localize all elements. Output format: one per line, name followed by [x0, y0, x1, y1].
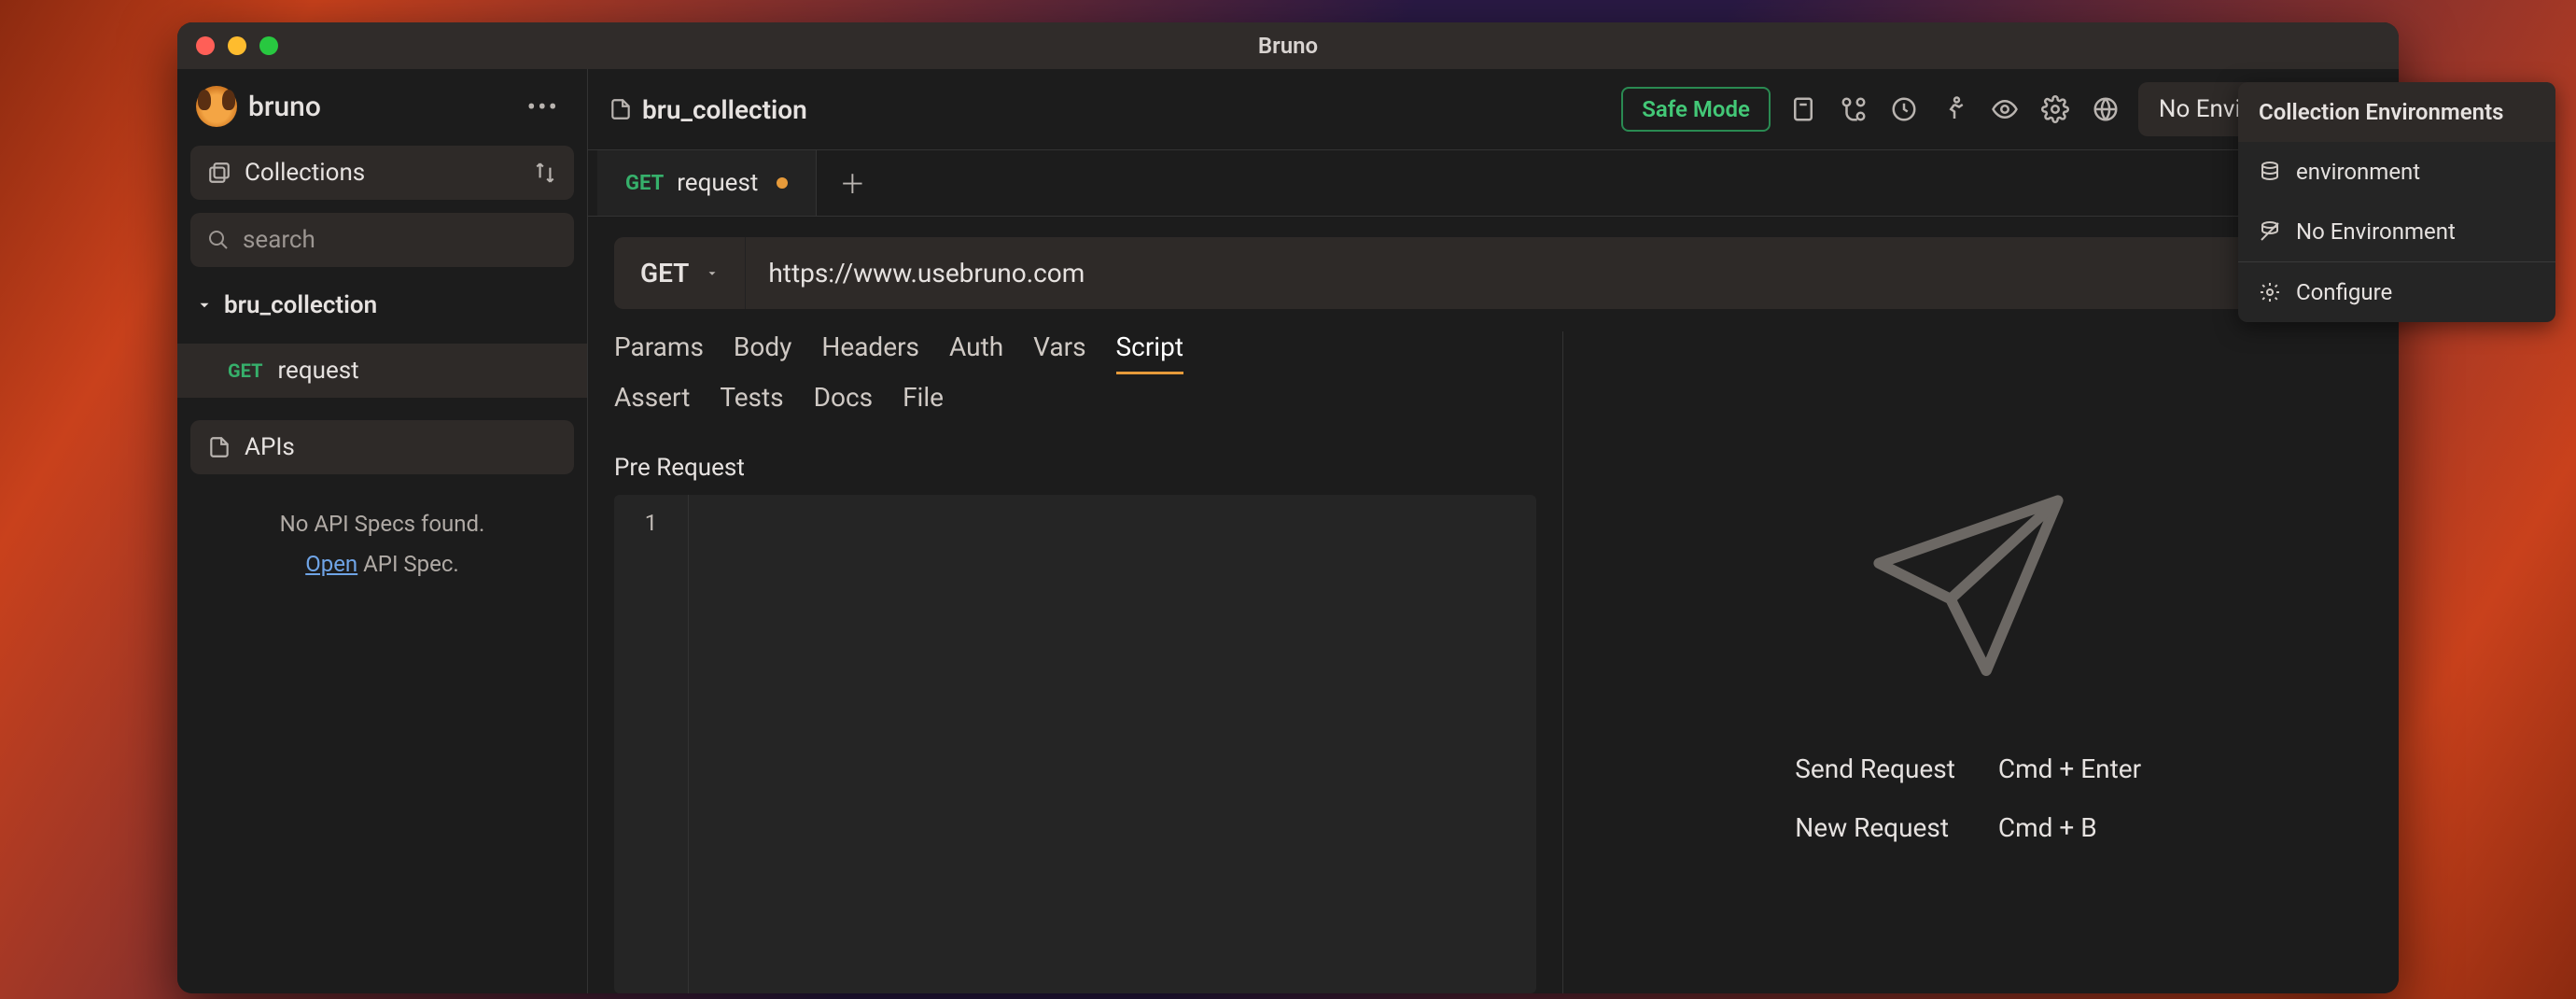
environment-menu-item-environment[interactable]: environment [2238, 142, 2399, 202]
url-input[interactable] [746, 237, 2373, 309]
tab-script[interactable]: Script [1116, 331, 1183, 374]
sort-icon[interactable] [533, 161, 557, 185]
method-selector-label: GET [640, 258, 689, 288]
no-env-icon [2259, 220, 2281, 243]
script-section-label: Pre Request [614, 454, 1536, 482]
paper-plane-icon [1861, 483, 2076, 697]
sidebar-header: bruno ••• [190, 80, 574, 133]
window-title: Bruno [1258, 33, 1318, 59]
apis-empty-line1: No API Specs found. [190, 504, 574, 544]
sidebar-more-button[interactable]: ••• [518, 88, 568, 126]
app-window: Bruno bruno ••• Collections [177, 22, 2399, 993]
sidebar: bruno ••• Collections [177, 69, 588, 993]
bruno-logo-icon [196, 86, 237, 127]
script-editor[interactable]: 1 [614, 495, 1536, 993]
request-tab-method: GET [625, 172, 664, 195]
apis-empty-suffix: API Spec. [357, 551, 459, 577]
window-minimize-button[interactable] [228, 36, 246, 55]
tab-headers[interactable]: Headers [821, 331, 919, 374]
method-selector[interactable]: GET [614, 237, 746, 309]
runner-icon[interactable] [1940, 95, 1968, 123]
database-icon [2259, 161, 2281, 183]
tab-body[interactable]: Body [734, 331, 791, 374]
apis-label: APIs [245, 433, 295, 461]
golden-edition-icon[interactable] [1789, 95, 1817, 123]
add-tab-button[interactable]: ＋ [817, 164, 888, 202]
environment-menu-configure[interactable]: Configure [2238, 262, 2399, 322]
environment-menu: Collection Environments environment No E… [2238, 82, 2399, 322]
dirty-indicator-icon [777, 177, 788, 189]
request-tabs-bar: GET request ＋ [588, 150, 2399, 217]
response-pane: Send Request Cmd + Enter New Request Cmd… [1563, 331, 2373, 993]
environment-menu-item-label: environment [2296, 159, 2399, 185]
tab-auth[interactable]: Auth [949, 331, 1003, 374]
window-close-button[interactable] [196, 36, 215, 55]
caret-down-icon [706, 267, 719, 280]
sidebar-search[interactable] [190, 213, 574, 267]
gear-icon [2259, 281, 2281, 303]
history-icon[interactable] [1890, 95, 1918, 123]
collection-item[interactable]: bru_collection [190, 280, 574, 331]
collections-icon [207, 161, 231, 185]
apis-section-header[interactable]: APIs [190, 420, 574, 474]
globe-icon[interactable] [2092, 95, 2120, 123]
window-zoom-button[interactable] [259, 36, 278, 55]
file-icon [207, 435, 231, 459]
git-icon[interactable] [1840, 95, 1868, 123]
safe-mode-badge[interactable]: Safe Mode [1621, 87, 1771, 132]
sidebar-request-method: GET [228, 359, 262, 382]
environment-menu-item-none[interactable]: No Environment [2238, 202, 2399, 261]
search-input[interactable] [243, 226, 557, 254]
keyboard-hints: Send Request Cmd + Enter New Request Cmd… [1795, 753, 2141, 843]
sidebar-request-name: request [277, 357, 358, 385]
environment-menu-header: Collection Environments [2238, 82, 2399, 142]
topbar-icons [1789, 95, 2120, 123]
tab-tests[interactable]: Tests [720, 382, 783, 422]
request-subtabs: Params Body Headers Auth Vars Script [614, 331, 1536, 374]
request-pane: Params Body Headers Auth Vars Script Ass… [614, 331, 1563, 993]
hint-send-shortcut: Cmd + Enter [1998, 753, 2141, 784]
tab-params[interactable]: Params [614, 331, 704, 374]
collections-label: Collections [245, 159, 365, 187]
apis-empty-state: No API Specs found. Open API Spec. [190, 504, 574, 584]
open-api-spec-link[interactable]: Open [305, 551, 357, 577]
sidebar-request-item[interactable]: GET request [177, 344, 587, 398]
tab-docs[interactable]: Docs [814, 382, 873, 422]
editor-gutter: 1 [614, 495, 689, 993]
hint-new-label: New Request [1795, 812, 1955, 843]
collections-section-header[interactable]: Collections [190, 146, 574, 200]
search-icon [207, 229, 230, 251]
breadcrumb-text: bru_collection [642, 94, 807, 125]
editor-code-area[interactable] [689, 495, 1536, 993]
request-tab[interactable]: GET request [597, 150, 817, 216]
brand-name: bruno [248, 91, 507, 123]
tab-vars[interactable]: Vars [1033, 331, 1085, 374]
chevron-down-icon [196, 297, 213, 314]
url-bar: GET [614, 237, 2373, 309]
request-subtabs-row2: Assert Tests Docs File [614, 382, 1536, 422]
collection-name: bru_collection [224, 291, 377, 319]
hint-new-shortcut: Cmd + B [1998, 812, 2141, 843]
environment-menu-configure-label: Configure [2296, 279, 2392, 305]
breadcrumb[interactable]: bru_collection [609, 94, 807, 125]
watch-icon[interactable] [1991, 95, 2019, 123]
hint-send-label: Send Request [1795, 753, 1955, 784]
topbar: bru_collection Safe Mode [588, 69, 2399, 150]
gutter-line-number: 1 [614, 510, 688, 536]
request-tab-name: request [677, 169, 758, 197]
content: bruno ••• Collections [177, 69, 2399, 993]
tab-file[interactable]: File [903, 382, 944, 422]
main-pane: bru_collection Safe Mode [588, 69, 2399, 993]
environment-menu-item-label: No Environment [2296, 218, 2399, 245]
traffic-lights [196, 36, 278, 55]
settings-icon[interactable] [2041, 95, 2069, 123]
tab-assert[interactable]: Assert [614, 382, 690, 422]
body-split: Params Body Headers Auth Vars Script Ass… [614, 331, 2373, 993]
titlebar: Bruno [177, 22, 2399, 69]
file-icon [609, 97, 633, 121]
